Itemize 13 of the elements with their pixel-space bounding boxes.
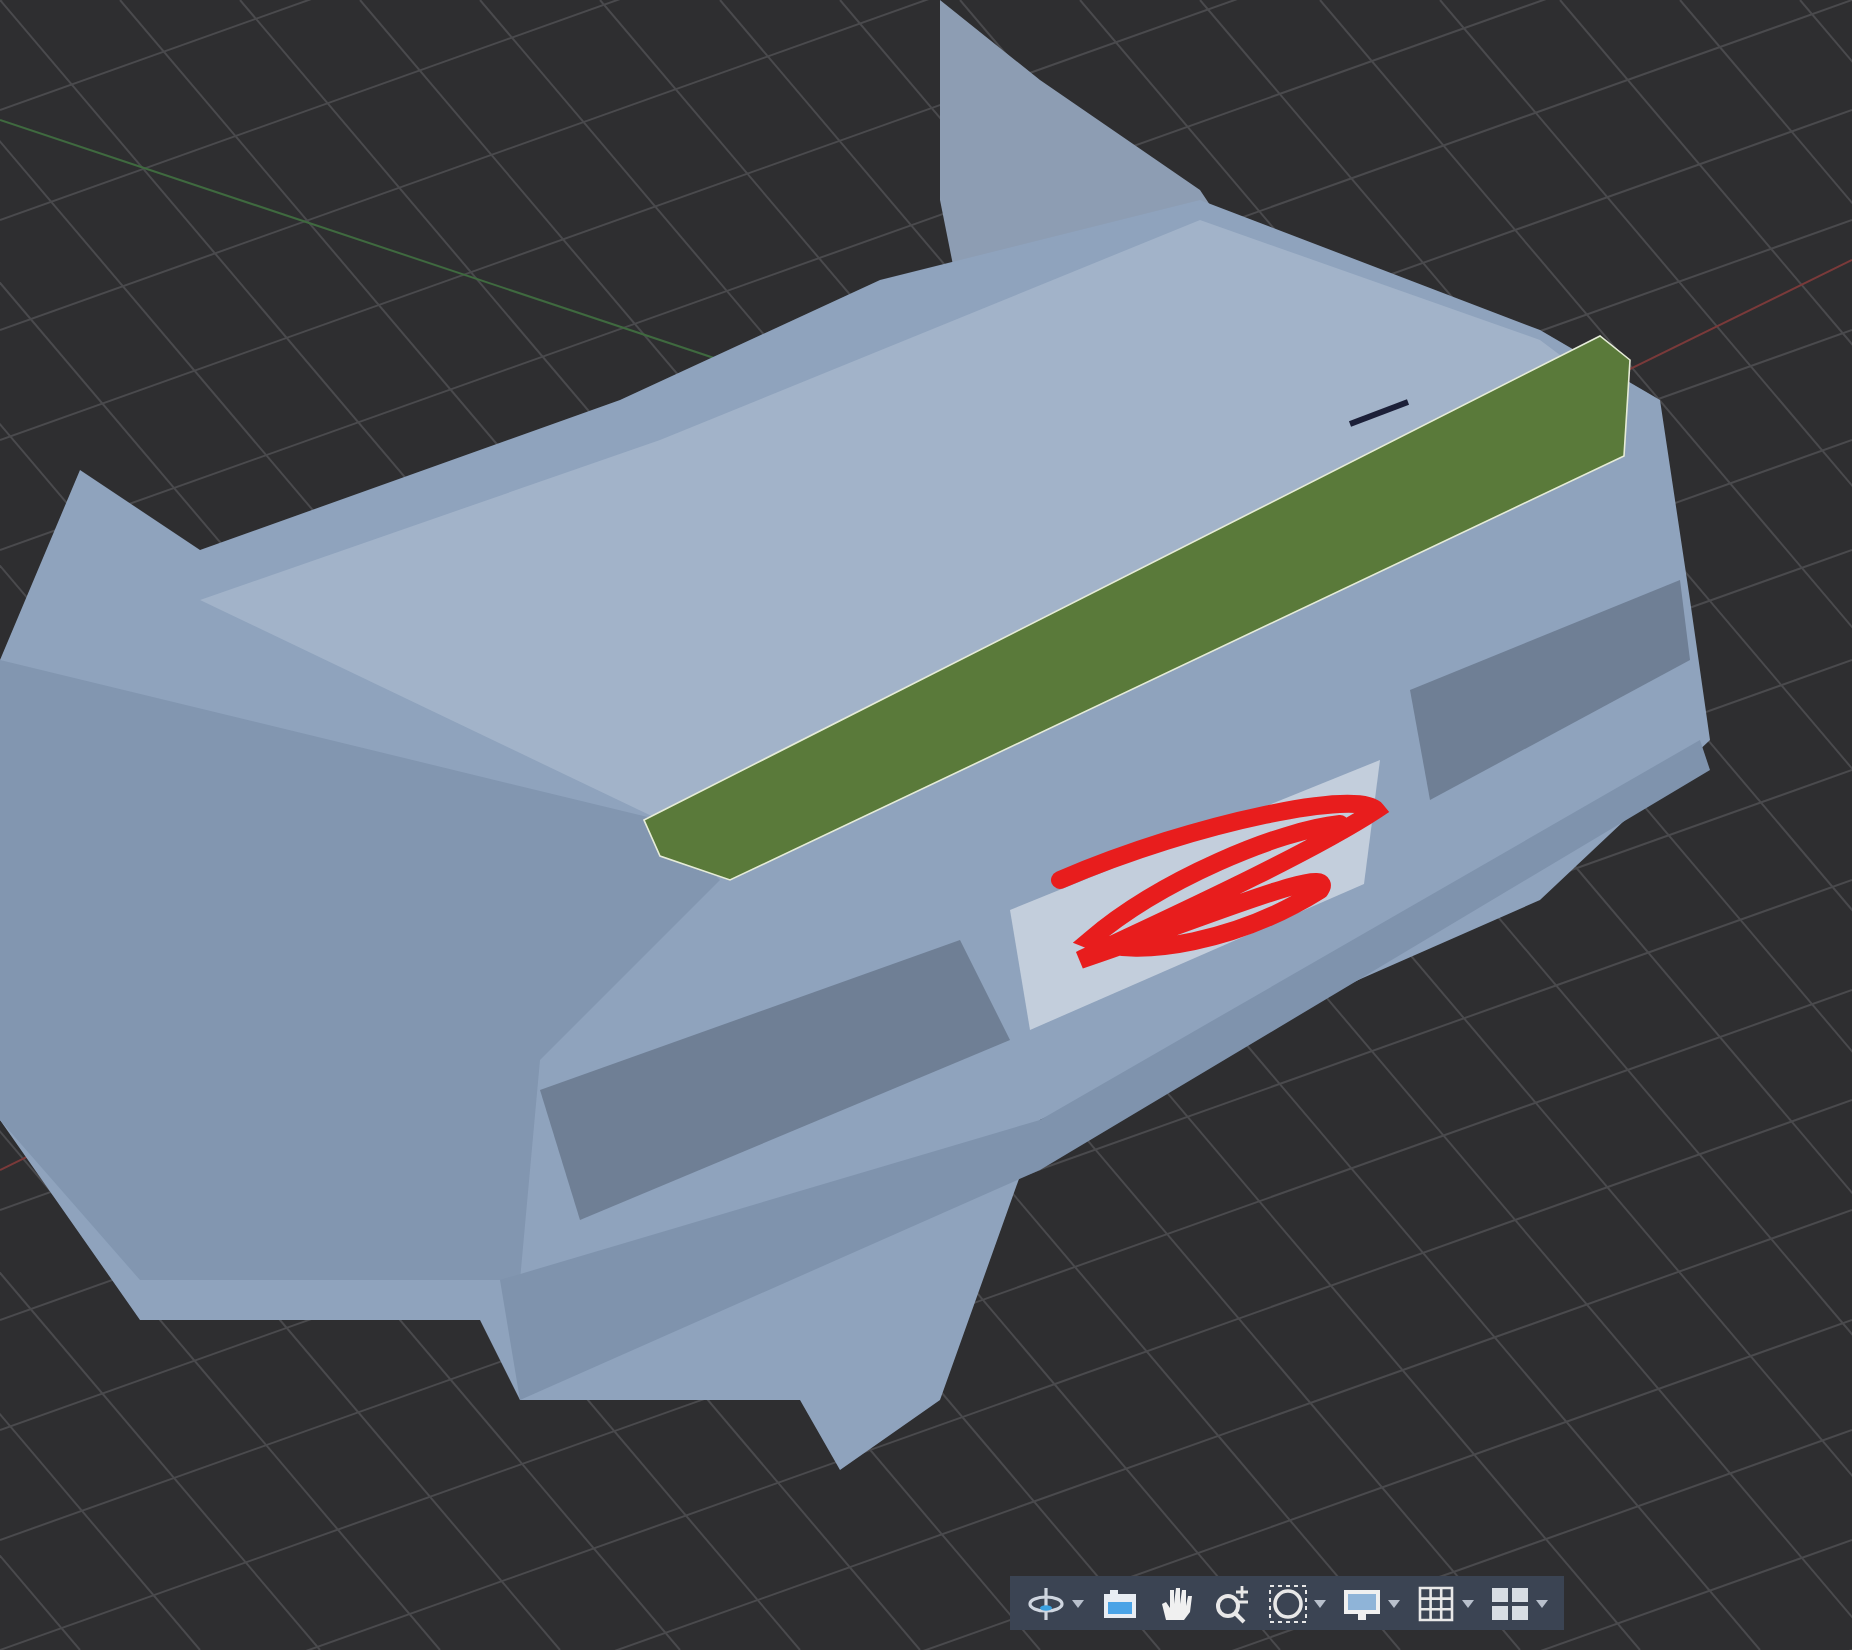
caret-icon[interactable] [1536,1599,1548,1607]
zoom-window-icon [1268,1583,1308,1623]
marker-line [1348,399,1410,427]
caret-icon[interactable] [1072,1599,1084,1607]
caret-icon[interactable] [1314,1599,1326,1607]
viewports-icon [1490,1583,1530,1623]
grid-icon [1416,1583,1456,1623]
hand-icon [1156,1583,1196,1623]
zoom-icon [1212,1583,1252,1623]
caret-icon[interactable] [1462,1599,1474,1607]
caret-icon[interactable] [1388,1599,1400,1607]
zoom-window-button[interactable] [1264,1579,1330,1627]
orbit-icon [1026,1583,1066,1623]
